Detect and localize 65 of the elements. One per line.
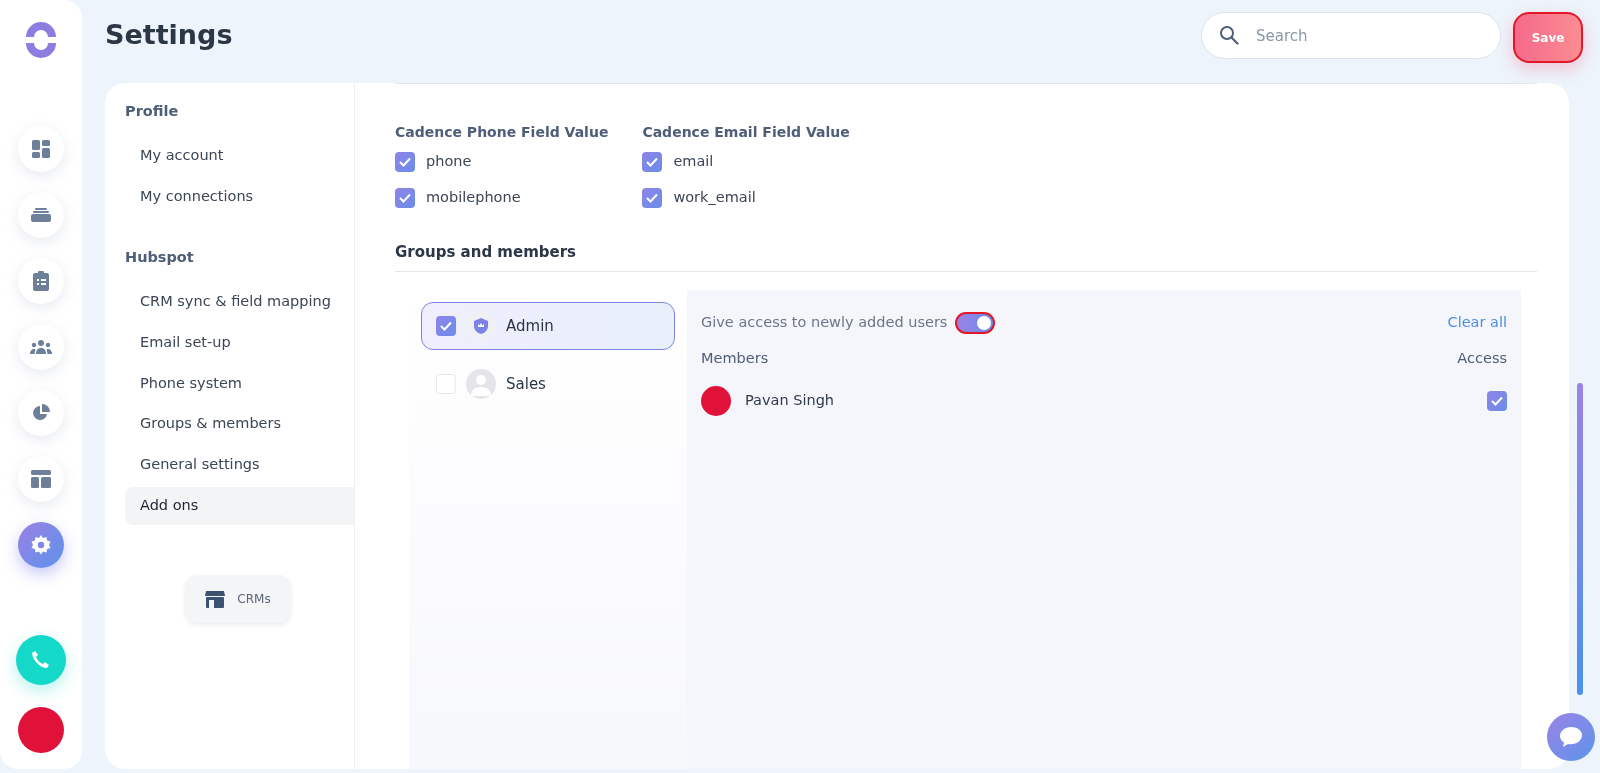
checkbox[interactable] — [642, 151, 663, 172]
nav-button[interactable] — [18, 390, 64, 436]
nav-button[interactable] — [18, 456, 64, 502]
scrollbar[interactable] — [1577, 383, 1583, 695]
search-field[interactable]: Search — [1201, 12, 1501, 59]
checkmark-icon — [1491, 395, 1503, 406]
section-heading: Profile — [125, 102, 180, 121]
layout-icon — [31, 470, 51, 488]
checkmark-icon — [440, 321, 452, 331]
column-header: Members — [701, 349, 769, 368]
checkmark-icon — [399, 192, 411, 203]
settings-nav-item[interactable]: CRM sync & field mapping — [125, 283, 354, 321]
pie-chart-icon — [32, 404, 50, 422]
person-avatar-icon — [466, 369, 496, 399]
checkbox-label: mobilephone — [426, 187, 521, 207]
nav-button[interactable] — [18, 192, 64, 238]
checkbox[interactable] — [642, 187, 663, 208]
field-group-label: Cadence Email Field Value — [642, 123, 850, 142]
settings-nav-item[interactable]: Email set-up — [125, 323, 354, 362]
stack-icon — [31, 207, 51, 223]
checkmark-icon — [646, 192, 659, 203]
shield-icon — [466, 311, 496, 341]
settings-nav-item[interactable]: General settings — [125, 446, 354, 484]
checkmark-icon — [399, 156, 411, 167]
checkbox[interactable] — [436, 316, 456, 336]
settings-nav-item[interactable]: Groups & members — [125, 405, 354, 443]
group-item[interactable]: Admin — [421, 302, 675, 350]
checkbox-label: phone — [426, 152, 472, 171]
clipboard-icon — [32, 271, 50, 291]
member-name: Pavan Singh — [745, 390, 835, 410]
checkmark-icon — [646, 156, 659, 167]
settings-nav-item[interactable]: Add ons — [125, 486, 354, 525]
avatar — [701, 385, 731, 416]
checkbox[interactable] — [395, 151, 415, 172]
checkbox-label: work_email — [673, 187, 756, 207]
store-icon — [205, 589, 226, 608]
nav-button[interactable] — [18, 126, 64, 172]
chat-bubble-icon — [1559, 726, 1583, 748]
checkbox[interactable] — [395, 187, 415, 208]
settings-nav-item[interactable]: My connections — [125, 177, 354, 216]
column-header: Access — [1457, 349, 1507, 368]
phone-icon — [31, 650, 51, 670]
section-heading: Groups and members — [395, 241, 577, 263]
checkbox[interactable] — [1487, 390, 1507, 411]
nav-button[interactable] — [18, 324, 64, 370]
people-icon — [30, 339, 52, 355]
settings-nav-item[interactable]: My account — [125, 136, 354, 175]
logo-icon — [23, 22, 59, 58]
page-title: Settings — [105, 18, 233, 52]
toggle-switch[interactable] — [955, 312, 996, 334]
settings-icon — [31, 535, 51, 555]
checkbox-label: email — [673, 152, 714, 171]
avatar[interactable] — [18, 707, 64, 753]
nav-button[interactable] — [18, 258, 64, 304]
group-item[interactable]: Sales — [421, 360, 675, 408]
nav-button[interactable] — [18, 522, 64, 568]
section-heading: Hubspot — [125, 248, 195, 268]
settings-nav-item[interactable]: Phone system — [125, 364, 354, 403]
field-group-label: Cadence Phone Field Value — [395, 123, 609, 142]
phone-button[interactable] — [16, 635, 66, 685]
toggle-label: Give access to newly added users — [701, 313, 948, 333]
dashboard-icon — [31, 139, 51, 159]
crms-button[interactable]: CRMs — [185, 574, 291, 623]
help-button[interactable] — [1547, 713, 1595, 761]
checkbox[interactable] — [436, 374, 456, 394]
